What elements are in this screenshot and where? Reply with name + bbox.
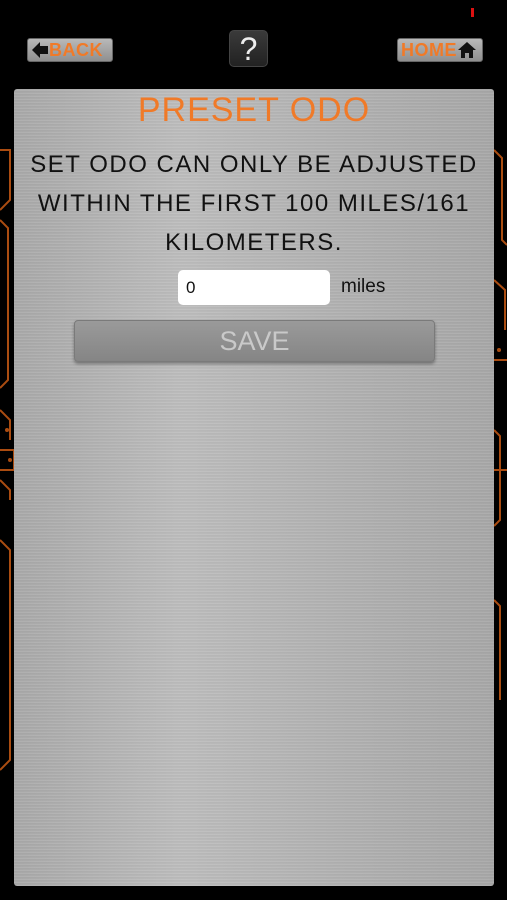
unit-label: miles bbox=[341, 276, 386, 297]
app-screen: BACK ? HOME PRESET ODO SET ODO CAN ONLY … bbox=[0, 0, 507, 900]
house-icon bbox=[457, 41, 477, 59]
instruction-text: SET ODO CAN ONLY BE ADJUSTED WITHIN THE … bbox=[14, 145, 494, 262]
preset-odo-panel: PRESET ODO SET ODO CAN ONLY BE ADJUSTED … bbox=[14, 89, 494, 886]
help-button[interactable]: ? bbox=[229, 30, 268, 67]
instruction-line-3: KILOMETERS. bbox=[165, 229, 343, 256]
home-button[interactable]: HOME bbox=[397, 38, 483, 62]
back-label: BACK bbox=[49, 39, 103, 60]
arrow-left-icon bbox=[31, 41, 49, 59]
instruction-line-2: WITHIN THE FIRST 100 MILES/161 bbox=[37, 190, 471, 217]
status-indicator bbox=[471, 8, 474, 17]
page-title: PRESET ODO bbox=[137, 91, 371, 129]
instruction-line-1: SET ODO CAN ONLY BE ADJUSTED bbox=[30, 151, 478, 178]
odo-value-input[interactable] bbox=[178, 270, 330, 305]
home-label: HOME bbox=[401, 39, 457, 60]
back-button[interactable]: BACK bbox=[27, 38, 113, 62]
save-button[interactable]: SAVE bbox=[74, 320, 435, 362]
